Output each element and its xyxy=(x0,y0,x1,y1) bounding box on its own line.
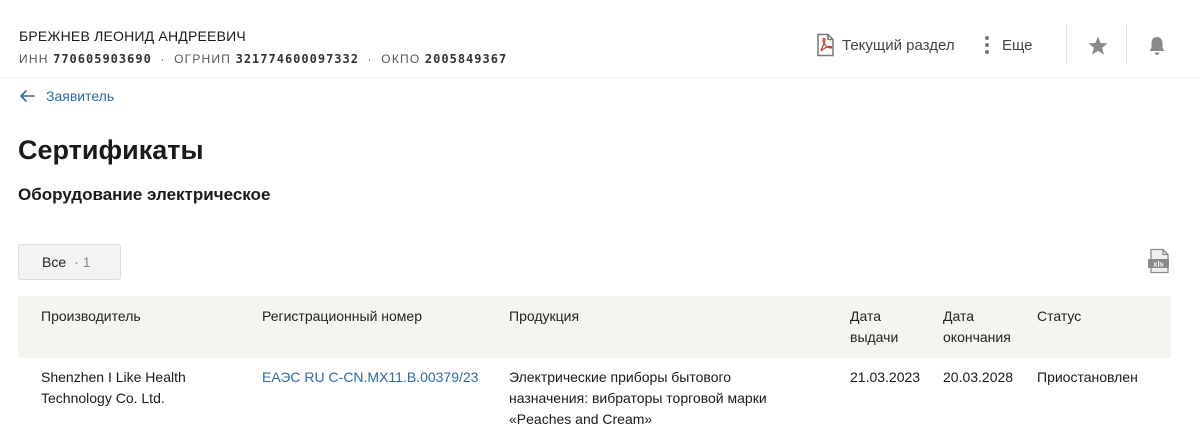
col-header-issue-date-line2: выдачи xyxy=(850,329,899,345)
col-header-end-date-line1: Дата xyxy=(943,308,975,324)
divider xyxy=(1126,24,1127,64)
cell-reg-number-link[interactable]: ЕАЭС RU С-CN.МХ11.В.00379/23 xyxy=(262,367,478,388)
svg-text:xls: xls xyxy=(1153,259,1163,268)
filter-tab-count: · 1 xyxy=(74,254,90,270)
cell-status: Приостановлен xyxy=(1037,369,1138,385)
filter-tab-label: Все xyxy=(42,254,67,270)
back-to-applicant-link[interactable]: Заявитель xyxy=(18,88,114,104)
okpo-label: ОКПО xyxy=(381,52,421,66)
separator-dot: · xyxy=(367,52,373,66)
inn-label: ИНН xyxy=(19,52,49,66)
ogrnip-value: 321774600097332 xyxy=(235,52,359,66)
col-header-manufacturer: Производитель xyxy=(41,308,141,324)
current-section-pdf-button[interactable]: Текущий раздел xyxy=(814,33,955,57)
current-section-label: Текущий раздел xyxy=(842,36,955,54)
col-header-issue-date-line1: Дата xyxy=(850,308,882,324)
cell-manufacturer: Shenzhen I Like Health Technology Co. Lt… xyxy=(41,367,186,409)
count-separator: · xyxy=(74,254,79,270)
cell-end-date: 20.03.2028 xyxy=(943,369,1014,385)
section-subtitle: Оборудование электрическое xyxy=(18,185,271,204)
col-header-issue-date: Дата выдачи xyxy=(850,306,898,348)
col-header-reg-number: Регистрационный номер xyxy=(262,308,422,324)
company-name: БРЕЖНЕВ ЛЕОНИД АНДРЕЕВИЧ xyxy=(19,28,246,44)
col-header-status: Статус xyxy=(1037,308,1082,324)
star-icon[interactable] xyxy=(1086,34,1110,58)
vertical-dots-icon xyxy=(985,36,989,54)
product-line3: «Peaches and Cream» xyxy=(509,411,653,427)
page-title: Сертификаты xyxy=(18,135,204,165)
xls-file-icon[interactable]: xls xyxy=(1146,248,1172,274)
manufacturer-line1: Shenzhen I Like Health xyxy=(41,369,186,385)
product-line2: назначения: вибраторы торговой марки xyxy=(509,390,767,406)
arrow-left-icon xyxy=(20,90,35,102)
okpo-value: 2005849367 xyxy=(424,52,508,66)
entity-header: БРЕЖНЕВ ЛЕОНИД АНДРЕЕВИЧ ИНН 77060590369… xyxy=(0,0,1200,78)
cell-product: Электрические приборы бытового назначени… xyxy=(509,367,767,430)
cell-issue-date: 21.03.2023 xyxy=(850,369,921,385)
back-link-label: Заявитель xyxy=(46,88,115,104)
more-button[interactable]: Еще xyxy=(980,33,1033,57)
col-header-product: Продукция xyxy=(509,308,580,324)
more-label: Еще xyxy=(1002,36,1033,54)
ogrnip-label: ОГРНИП xyxy=(174,52,232,66)
product-line1: Электрические приборы бытового xyxy=(509,369,732,385)
col-header-end-date: Дата окончания xyxy=(943,306,1011,348)
pdf-file-icon xyxy=(817,33,834,57)
company-identifiers: ИНН 770605903690 · ОГРНИП 32177460009733… xyxy=(19,52,507,66)
filter-tab-all[interactable]: Все · 1 xyxy=(18,244,121,280)
divider xyxy=(1066,24,1067,64)
col-header-end-date-line2: окончания xyxy=(943,329,1011,345)
manufacturer-line2: Technology Co. Ltd. xyxy=(41,390,165,406)
count-value: 1 xyxy=(82,254,91,270)
bell-icon[interactable] xyxy=(1145,34,1169,58)
separator-dot: · xyxy=(160,52,166,66)
inn-value: 770605903690 xyxy=(53,52,152,66)
